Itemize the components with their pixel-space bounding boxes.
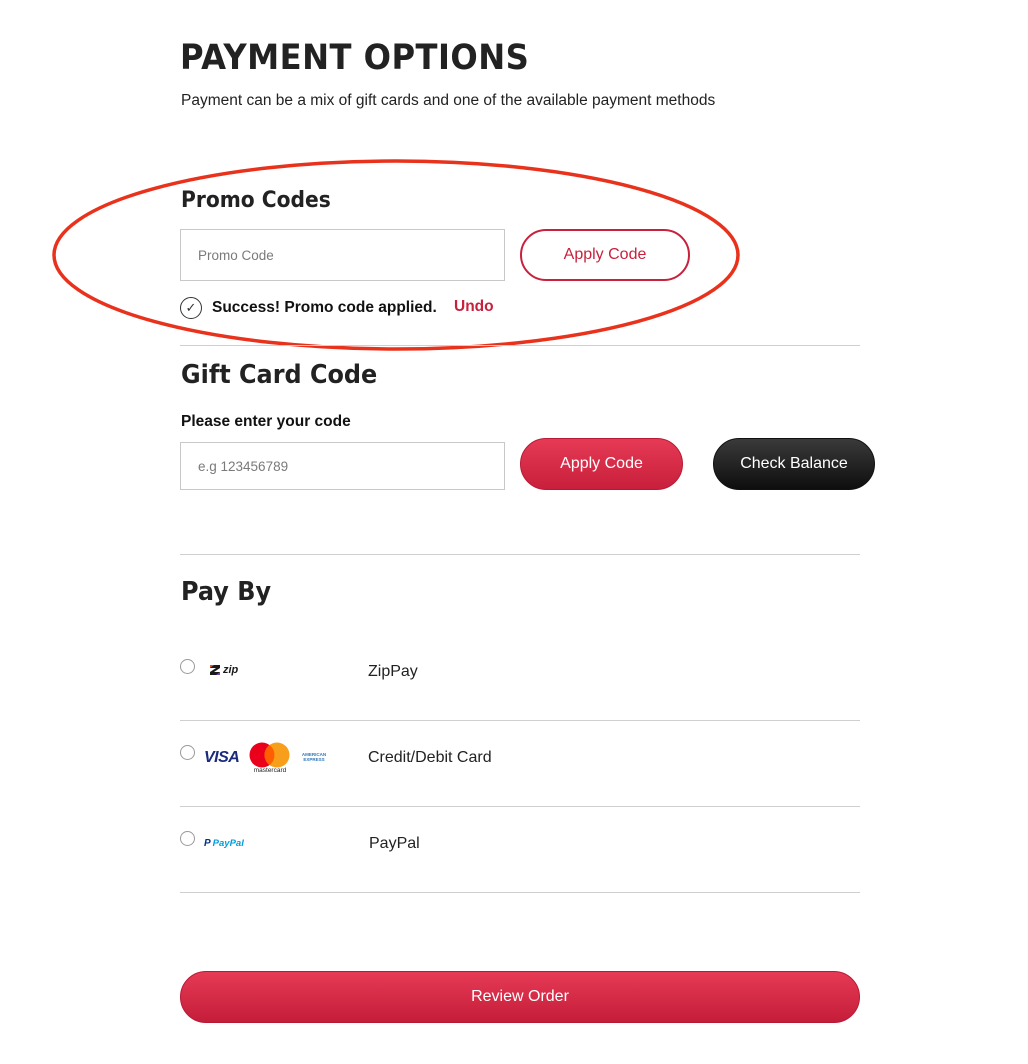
promo-codes-heading: Promo Codes <box>181 188 331 213</box>
check-balance-button[interactable]: Check Balance <box>713 438 875 490</box>
amex-logo-icon: AMERICAN EXPRESS <box>301 752 327 762</box>
method-divider <box>180 892 860 893</box>
mastercard-logo-icon: mastercard <box>249 742 291 776</box>
success-check-icon: ✓ <box>180 297 202 319</box>
pay-by-heading: Pay By <box>181 577 272 607</box>
paypal-label: PayPal <box>369 835 420 852</box>
zippay-radio[interactable] <box>180 659 195 674</box>
promo-success-message: Success! Promo code applied. <box>212 299 437 316</box>
zippay-label: ZipPay <box>368 663 418 680</box>
method-divider <box>180 720 860 721</box>
zip-logo-icon: zip <box>210 664 238 676</box>
section-divider <box>180 345 860 346</box>
paypal-logo-icon: P PayPal <box>204 838 244 849</box>
section-divider <box>180 554 860 555</box>
gift-card-field-label: Please enter your code <box>181 413 351 430</box>
review-order-button[interactable]: Review Order <box>180 971 860 1023</box>
credit-card-radio[interactable] <box>180 745 195 760</box>
promo-undo-link[interactable]: Undo <box>454 298 494 316</box>
visa-logo-icon: VISA <box>204 749 240 766</box>
promo-code-input[interactable] <box>180 229 505 281</box>
highlight-annotation-oval <box>52 159 740 351</box>
paypal-radio[interactable] <box>180 831 195 846</box>
promo-apply-button[interactable]: Apply Code <box>520 229 690 281</box>
page-title: PAYMENT OPTIONS <box>180 38 530 78</box>
method-divider <box>180 806 860 807</box>
gift-card-apply-button[interactable]: Apply Code <box>520 438 683 490</box>
gift-card-heading: Gift Card Code <box>181 360 378 390</box>
page-subtitle: Payment can be a mix of gift cards and o… <box>181 92 716 109</box>
gift-card-input[interactable] <box>180 442 505 490</box>
credit-card-label: Credit/Debit Card <box>368 749 492 766</box>
